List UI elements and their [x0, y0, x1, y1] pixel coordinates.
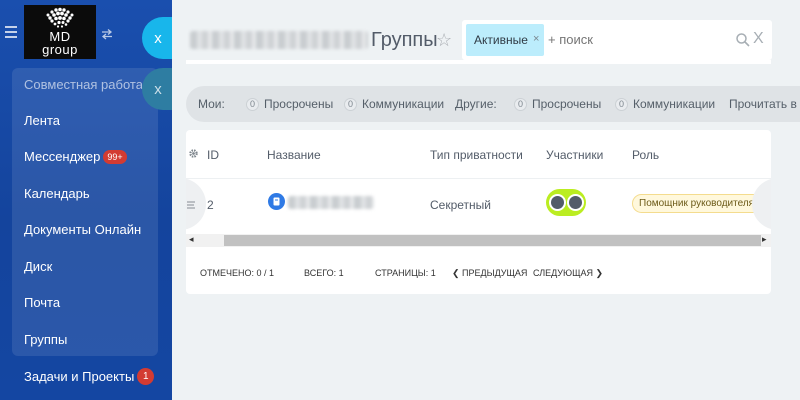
member-avatar-icon — [548, 194, 566, 211]
sidebar-item-groups[interactable]: Группы — [24, 332, 67, 347]
pages-indicator: СТРАНИЦЫ: 1 — [375, 268, 436, 278]
sidebar-item-label: Лента — [24, 113, 60, 128]
counter-others-overdue[interactable]: 0 Просрочены — [514, 97, 601, 111]
swap-icon[interactable] — [100, 28, 114, 40]
filter-tag-remove-icon[interactable]: × — [533, 33, 539, 45]
table-row-id: 2 — [207, 198, 214, 212]
sidebar-item-feed[interactable]: Лента — [24, 113, 60, 128]
logo-globe-icon — [46, 7, 74, 28]
filter-tag-label: Активные — [474, 33, 528, 47]
sidebar-item-label: Группы — [24, 332, 68, 347]
counter-label: Просрочены — [532, 97, 602, 111]
column-header-privacy[interactable]: Тип приватности — [430, 148, 523, 162]
card-top-strip — [186, 60, 771, 64]
sidebar-item-label: Диск — [24, 259, 53, 274]
menu-icon[interactable] — [5, 26, 17, 38]
sidebar-item-label: Почта — [24, 295, 61, 310]
counter-mine-communications[interactable]: 0 Коммуникации — [344, 97, 444, 111]
favorite-star-icon[interactable]: ☆ — [436, 30, 452, 51]
counters-bar: Мои: 0 Просрочены 0 Коммуникации Другие:… — [186, 86, 800, 122]
counters-others-label: Другие: — [455, 97, 497, 111]
sidebar-item-tasks-projects[interactable]: Задачи и Проекты 1 — [24, 368, 155, 385]
counter-label: Коммуникации — [633, 97, 716, 111]
counters-mine-text: Мои: — [198, 97, 225, 111]
sidebar-item-messenger[interactable]: Мессенджер 99+ — [24, 149, 127, 164]
sidebar-group-title[interactable]: Совместная работа ^ — [24, 77, 153, 92]
row-divider — [186, 178, 771, 179]
tasks-counter-badge: 1 — [137, 368, 155, 385]
counter-value: 0 — [615, 97, 628, 111]
scrollbar-thumb[interactable] — [224, 235, 761, 246]
sidebar-item-label: Мессенджер — [24, 149, 101, 164]
column-header-name[interactable]: Название — [267, 148, 321, 162]
counter-value: 0 — [344, 97, 357, 111]
scroll-left-arrow-icon[interactable]: ◂ — [189, 234, 194, 245]
counter-others-communications[interactable]: 0 Коммуникации — [615, 97, 715, 111]
table-row-privacy: Секретный — [430, 198, 491, 212]
read-all-link[interactable]: Прочитать в — [729, 97, 797, 111]
row-menu-icon[interactable] — [187, 200, 198, 210]
search-input[interactable] — [548, 32, 728, 47]
total-count: ВСЕГО: 1 — [304, 268, 344, 278]
page-title: Группы — [371, 29, 438, 51]
search-icon[interactable] — [735, 32, 751, 48]
counter-label: Коммуникации — [362, 97, 445, 111]
search-clear-icon[interactable]: X — [753, 30, 764, 48]
filter-search-box[interactable]: Активные × X — [462, 20, 772, 60]
counter-value: 0 — [246, 97, 259, 111]
column-header-members[interactable]: Участники — [546, 148, 603, 162]
role-badge: Помощник руководителя проект — [632, 194, 771, 213]
sidebar-item-disk[interactable]: Диск — [24, 259, 52, 274]
blurred-group-title[interactable] — [288, 196, 374, 209]
counters-mine-label: Мои: — [198, 97, 225, 111]
next-page-link[interactable]: СЛЕДУЮЩАЯ ❯ — [533, 268, 603, 279]
horizontal-scrollbar[interactable]: ◂ ▸ — [186, 234, 771, 247]
counter-value: 0 — [514, 97, 527, 111]
selected-count: ОТМЕЧЕНО: 0 / 1 — [200, 268, 275, 278]
blurred-group-name — [190, 31, 368, 49]
groups-grid: ID Название Тип приватности Участники Ро… — [186, 130, 771, 294]
counter-mine-overdue[interactable]: 0 Просрочены — [246, 97, 333, 111]
counter-label: Просрочены — [264, 97, 334, 111]
column-header-id[interactable]: ID — [207, 148, 219, 162]
grid-scroll-right-handle[interactable] — [752, 178, 771, 230]
sidebar-item-label: Задачи и Проекты — [24, 369, 135, 384]
scroll-right-arrow-icon[interactable]: ▸ — [762, 234, 767, 245]
grid-settings-gear-icon[interactable] — [188, 148, 199, 159]
company-logo[interactable]: MD group — [24, 5, 96, 59]
sidebar: MD group Совместная работа ^ Лента Мессе… — [0, 0, 172, 400]
collaboration-group-panel — [12, 68, 158, 356]
sidebar-item-mail[interactable]: Почта — [24, 295, 60, 310]
group-avatar-icon — [268, 193, 285, 210]
sidebar-item-calendar[interactable]: Календарь — [24, 186, 90, 201]
sidebar-item-label: Календарь — [24, 186, 90, 201]
column-header-role[interactable]: Роль — [632, 148, 659, 162]
counters-others-text: Другие: — [455, 97, 497, 111]
read-all-text: Прочитать в — [729, 97, 797, 111]
member-avatar-icon — [566, 194, 584, 211]
prev-page-link[interactable]: ❮ ПРЕДЫДУЩАЯ — [452, 268, 527, 279]
messenger-counter-badge: 99+ — [103, 149, 127, 164]
members-badge[interactable] — [546, 189, 586, 216]
sidebar-item-label: Документы Онлайн — [24, 222, 142, 237]
sidebar-item-online-documents[interactable]: Документы Онлайн — [24, 222, 141, 237]
logo-text: MD group — [42, 29, 78, 57]
